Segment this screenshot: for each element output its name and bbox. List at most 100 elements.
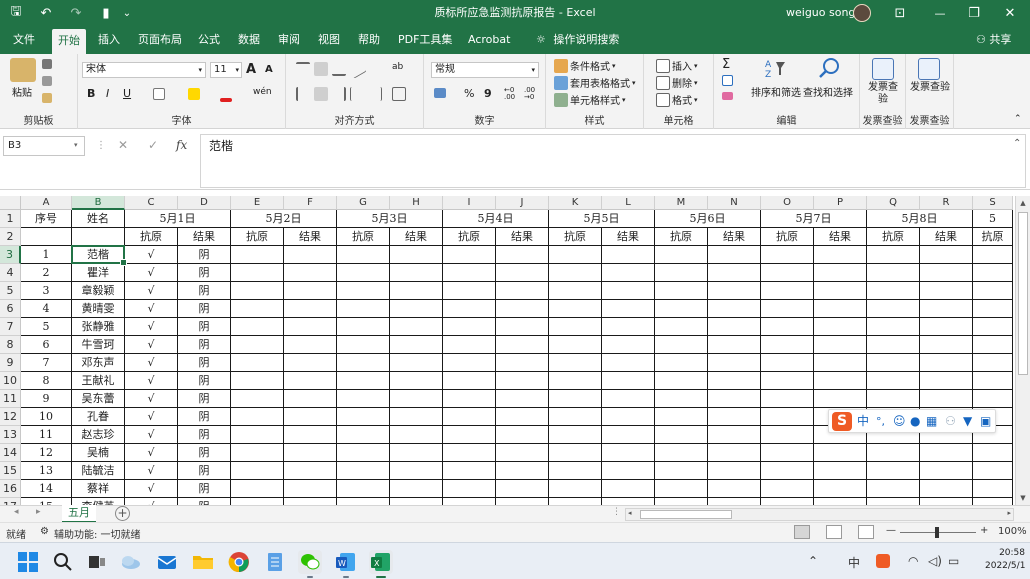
cell-empty[interactable]	[920, 300, 973, 318]
cell-empty[interactable]	[549, 354, 602, 372]
cell-empty[interactable]	[337, 408, 390, 426]
number-format-select[interactable]: 常规 ▾	[431, 62, 539, 78]
ribbon-display-options-icon[interactable]: ⊡	[880, 0, 920, 26]
align-center-icon[interactable]	[314, 87, 330, 101]
decrease-decimal-button[interactable]: .00 →0	[524, 87, 542, 101]
word-icon[interactable]: W	[334, 550, 358, 574]
cell-empty[interactable]	[814, 480, 867, 498]
cell-empty[interactable]	[708, 408, 761, 426]
row-header-14[interactable]: 14	[0, 444, 21, 462]
header-result[interactable]: 结果	[602, 228, 655, 246]
sogou-tray-icon[interactable]	[876, 554, 890, 571]
tab-review[interactable]: 审阅	[272, 26, 306, 54]
header-antigen[interactable]: 抗原	[549, 228, 602, 246]
cell-empty[interactable]	[920, 282, 973, 300]
cell-empty[interactable]	[973, 282, 1013, 300]
column-header-j[interactable]: J	[496, 196, 549, 210]
cell-empty[interactable]	[761, 318, 814, 336]
orientation-icon[interactable]	[347, 59, 367, 79]
cell-seq[interactable]: 14	[21, 480, 72, 498]
cell-empty[interactable]	[655, 408, 708, 426]
worksheet-grid[interactable]: A B C D E F G H I J K L M N O P Q R S 1 2 3 4 5 6 7 8 9 10 11 12 13 14 15…	[0, 196, 1015, 505]
cell-empty[interactable]	[390, 300, 443, 318]
header-date[interactable]: 5月6日	[655, 210, 761, 228]
cell-result[interactable]: 阴	[178, 336, 231, 354]
row-header-10[interactable]: 10	[0, 372, 21, 390]
cell-result[interactable]: 阴	[178, 300, 231, 318]
cell-empty[interactable]	[231, 264, 284, 282]
wechat-icon[interactable]	[298, 550, 322, 574]
format-painter-icon[interactable]	[42, 93, 54, 103]
cell-empty[interactable]	[549, 498, 602, 505]
cell-antigen[interactable]: √	[125, 444, 178, 462]
cell-empty[interactable]	[549, 282, 602, 300]
cell-empty[interactable]	[390, 390, 443, 408]
header-date[interactable]: 5月4日	[443, 210, 549, 228]
phonetic-guide-button[interactable]: wén	[253, 87, 272, 97]
cell-empty[interactable]	[602, 498, 655, 505]
volume-icon[interactable]: ◁)	[928, 554, 942, 568]
cell-empty[interactable]	[814, 462, 867, 480]
next-sheet-icon[interactable]: ▸	[36, 507, 41, 517]
cell-seq[interactable]: 2	[21, 264, 72, 282]
cell-name[interactable]: 邓东声	[72, 354, 125, 372]
cell-empty[interactable]	[231, 498, 284, 505]
column-header-p[interactable]: P	[814, 196, 867, 210]
cell-empty[interactable]	[867, 498, 920, 505]
cell-seq[interactable]: 15	[21, 498, 72, 505]
cell-empty[interactable]	[920, 372, 973, 390]
cell-empty[interactable]	[602, 372, 655, 390]
row-header-3[interactable]: 3	[0, 246, 21, 264]
cell-empty[interactable]	[708, 336, 761, 354]
onedrive-icon[interactable]	[118, 550, 142, 574]
cell-empty[interactable]	[231, 426, 284, 444]
delete-cells-button[interactable]: 删除 ▾	[656, 75, 698, 90]
sogou-logo-icon[interactable]: S	[832, 412, 852, 431]
cell-empty[interactable]	[231, 282, 284, 300]
cell-empty[interactable]	[496, 426, 549, 444]
cell-seq[interactable]: 9	[21, 390, 72, 408]
enter-icon[interactable]: ✓	[148, 138, 158, 152]
header-result[interactable]: 结果	[390, 228, 443, 246]
customize-quick-access-icon[interactable]: ⌄	[120, 0, 134, 26]
tab-file[interactable]: 文件	[7, 26, 41, 54]
cell-name[interactable]: 张静雅	[72, 318, 125, 336]
column-header-r[interactable]: R	[920, 196, 973, 210]
cell-result[interactable]: 阴	[178, 318, 231, 336]
cell-empty[interactable]	[284, 426, 337, 444]
cell-empty[interactable]	[867, 300, 920, 318]
user-name[interactable]: weiguo song	[786, 0, 855, 26]
cell-antigen[interactable]: √	[125, 498, 178, 505]
cell-empty[interactable]	[708, 498, 761, 505]
cell-empty[interactable]	[708, 480, 761, 498]
cell-empty[interactable]	[549, 408, 602, 426]
row-header-8[interactable]: 8	[0, 336, 21, 354]
cell-empty[interactable]	[390, 480, 443, 498]
cell-empty[interactable]	[867, 480, 920, 498]
header-antigen[interactable]: 抗原	[443, 228, 496, 246]
user-center-icon[interactable]: ⚇	[945, 413, 956, 430]
row-header-17[interactable]: 17	[0, 498, 21, 505]
cell-empty[interactable]	[761, 390, 814, 408]
expand-formula-bar-icon[interactable]: ⌃	[1013, 138, 1021, 149]
underline-button[interactable]: U	[123, 87, 131, 100]
cell-empty[interactable]	[390, 444, 443, 462]
cell-seq[interactable]: 5	[21, 318, 72, 336]
cell-empty[interactable]	[761, 354, 814, 372]
cell-empty[interactable]	[602, 480, 655, 498]
cell-name[interactable]: 范楷	[72, 246, 125, 264]
cell-empty[interactable]	[920, 462, 973, 480]
cell-antigen[interactable]: √	[125, 372, 178, 390]
cell-empty[interactable]	[973, 390, 1013, 408]
fill-color-icon[interactable]	[188, 88, 202, 100]
cell-empty[interactable]	[761, 498, 814, 505]
microphone-icon[interactable]: ●	[910, 413, 920, 430]
merge-center-icon[interactable]	[392, 87, 408, 101]
header-result[interactable]: 结果	[284, 228, 337, 246]
column-header-o[interactable]: O	[761, 196, 814, 210]
cell-empty[interactable]	[761, 480, 814, 498]
tab-insert[interactable]: 插入	[92, 26, 126, 54]
cell-empty[interactable]	[496, 480, 549, 498]
insert-function-button[interactable]: fx	[176, 138, 187, 152]
cell-empty[interactable]	[708, 444, 761, 462]
